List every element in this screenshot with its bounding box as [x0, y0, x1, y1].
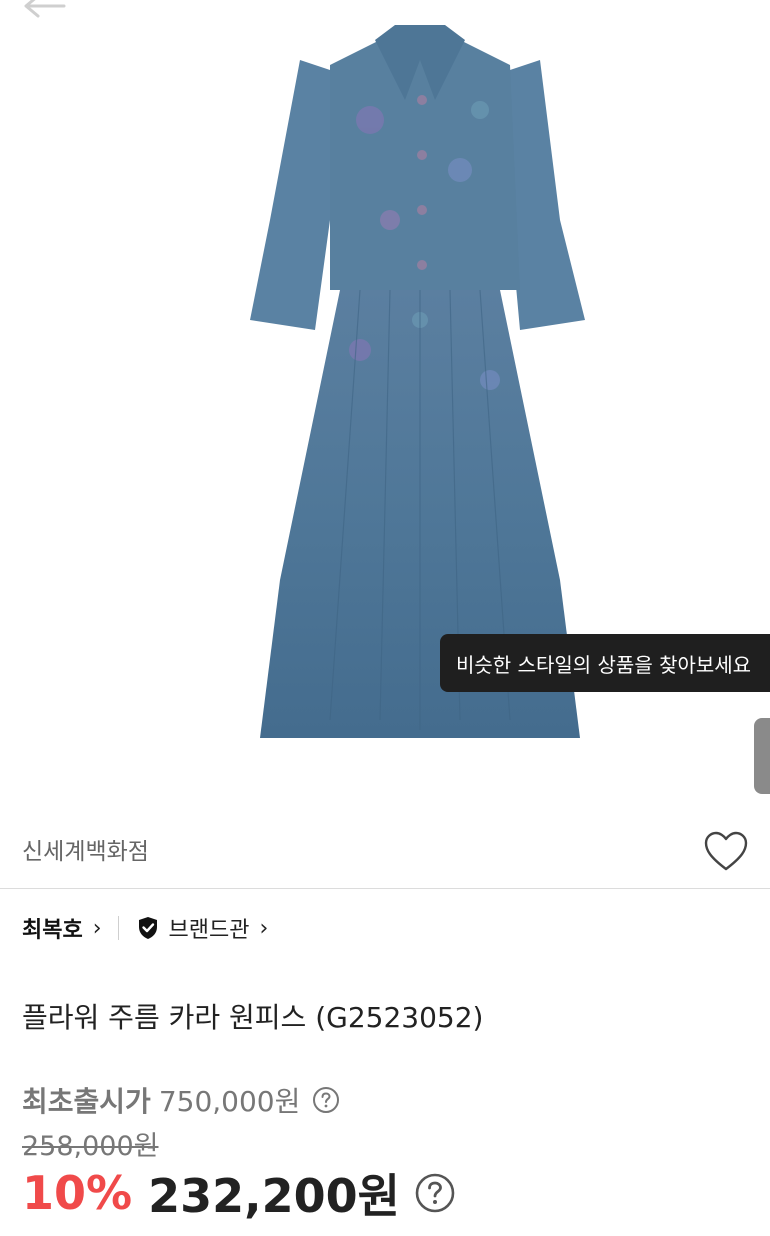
sale-price-row: 10% 232,200원: [22, 1160, 456, 1226]
chevron-right-icon: ›: [92, 915, 102, 941]
msrp-value: 750,000원: [158, 1085, 301, 1118]
brand-name-link[interactable]: 최복호: [22, 912, 83, 944]
chevron-right-icon: ›: [259, 915, 269, 941]
divider: [0, 888, 770, 889]
msrp-label: 최초출시가: [22, 1085, 151, 1118]
question-circle-icon[interactable]: [312, 1086, 340, 1114]
brand-shop-link[interactable]: 브랜드관: [169, 912, 250, 944]
heart-outline-icon[interactable]: [702, 830, 750, 874]
tooltip-text: 비슷한 스타일의 상품을 찾아보세요: [456, 652, 752, 677]
question-circle-icon[interactable]: [414, 1172, 456, 1214]
original-price: 258,000원: [22, 1131, 159, 1162]
side-drawer-handle[interactable]: [754, 718, 770, 794]
msrp-row: 최초출시가 750,000원: [22, 1080, 340, 1120]
store-name[interactable]: 신세계백화점: [22, 832, 149, 866]
store-row: 신세계백화점: [0, 800, 770, 888]
similar-style-tooltip[interactable]: 비슷한 스타일의 상품을 찾아보세요: [440, 634, 770, 692]
discount-rate: 10%: [22, 1166, 133, 1220]
shield-check-icon: [138, 917, 157, 939]
separator: [117, 916, 119, 940]
brand-row: 최복호 › 브랜드관 ›: [22, 910, 268, 946]
arrow-left-icon[interactable]: [18, 0, 72, 30]
product-title: 플라워 주름 카라 원피스 (G2523052): [22, 1001, 484, 1034]
sale-price: 232,200원: [148, 1169, 400, 1223]
product-image-area[interactable]: 비슷한 스타일의 상품을 찾아보세요: [0, 0, 770, 800]
